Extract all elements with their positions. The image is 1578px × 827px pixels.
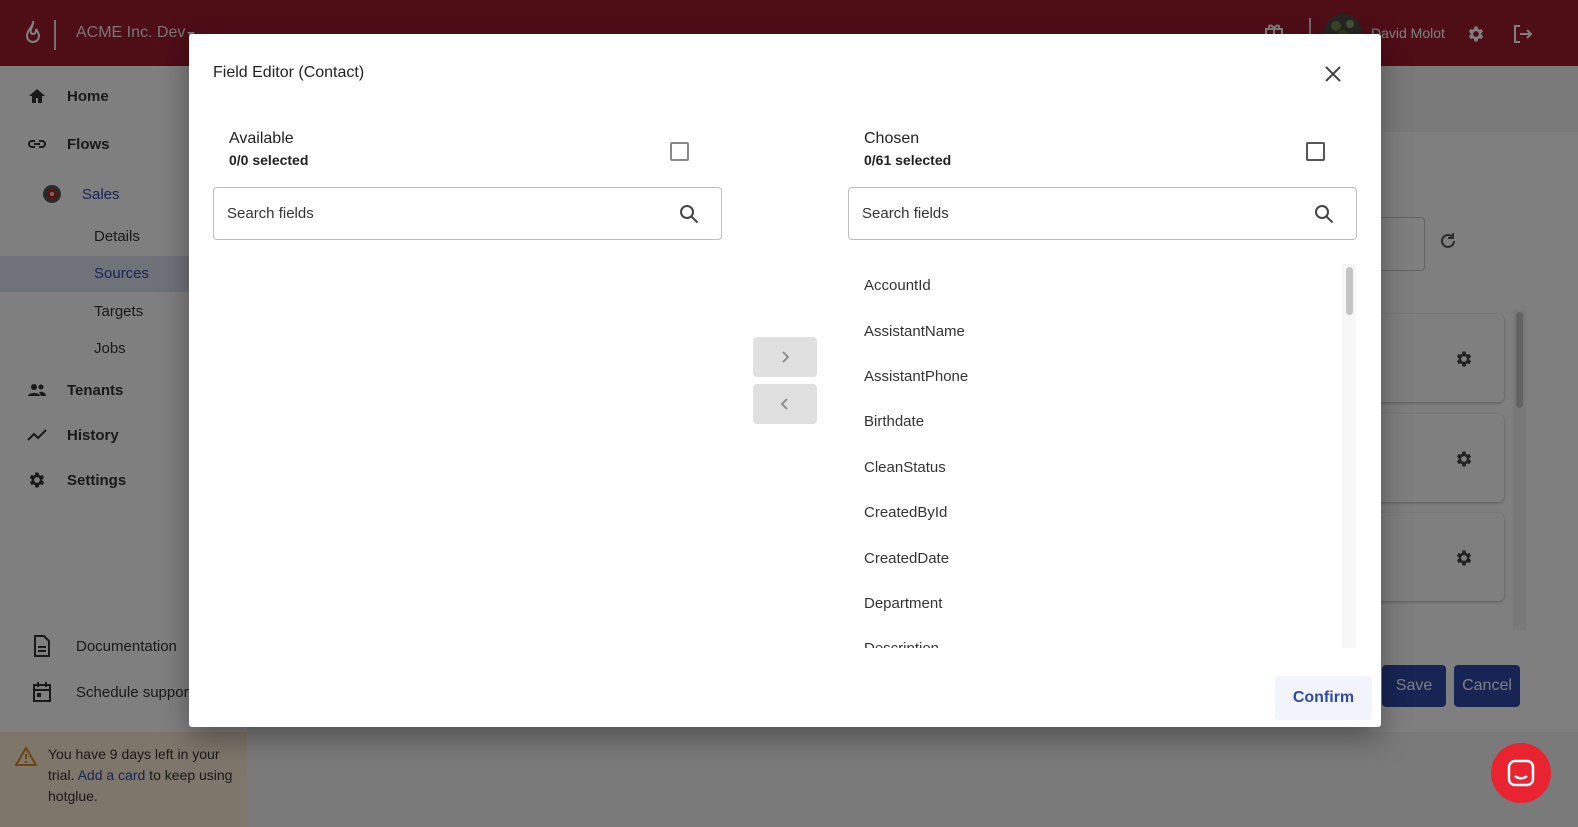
chosen-field-list: AccountId AssistantName AssistantPhone B… (848, 263, 1356, 648)
list-item[interactable]: Department (864, 595, 942, 612)
chosen-select-all-checkbox[interactable] (1306, 142, 1325, 161)
field-editor-dialog: Field Editor (Contact) Available 0/0 sel… (189, 34, 1381, 727)
close-icon[interactable] (1323, 64, 1343, 84)
move-left-button[interactable] (753, 384, 817, 424)
search-icon[interactable] (678, 203, 700, 225)
available-count: 0/0 selected (229, 152, 309, 168)
list-item[interactable]: CreatedDate (864, 550, 949, 567)
chevron-left-icon (780, 398, 788, 410)
list-item[interactable]: CreatedById (864, 504, 947, 521)
available-search (213, 187, 722, 240)
dialog-title: Field Editor (Contact) (213, 64, 365, 81)
chosen-search-input[interactable] (862, 203, 1292, 223)
list-item[interactable]: Description (864, 640, 939, 648)
chevron-right-icon (782, 351, 790, 363)
move-right-button[interactable] (753, 337, 817, 377)
available-search-input[interactable] (227, 203, 657, 223)
chat-launcher[interactable] (1491, 743, 1551, 803)
chosen-list-scrollbar[interactable] (1342, 264, 1356, 648)
available-title: Available (229, 130, 294, 147)
chosen-title: Chosen (864, 130, 920, 147)
list-item[interactable]: AssistantPhone (864, 368, 968, 385)
list-item[interactable]: Birthdate (864, 413, 924, 430)
scrollbar-thumb[interactable] (1346, 267, 1353, 315)
list-item[interactable]: AccountId (864, 277, 931, 294)
chat-icon (1507, 759, 1535, 787)
list-item[interactable]: CleanStatus (864, 459, 946, 476)
list-item[interactable]: AssistantName (864, 323, 965, 340)
confirm-button[interactable]: Confirm (1275, 676, 1372, 720)
chosen-count: 0/61 selected (864, 152, 952, 168)
available-select-all-checkbox[interactable] (670, 142, 689, 161)
search-icon[interactable] (1313, 203, 1335, 225)
chosen-search (848, 187, 1357, 240)
